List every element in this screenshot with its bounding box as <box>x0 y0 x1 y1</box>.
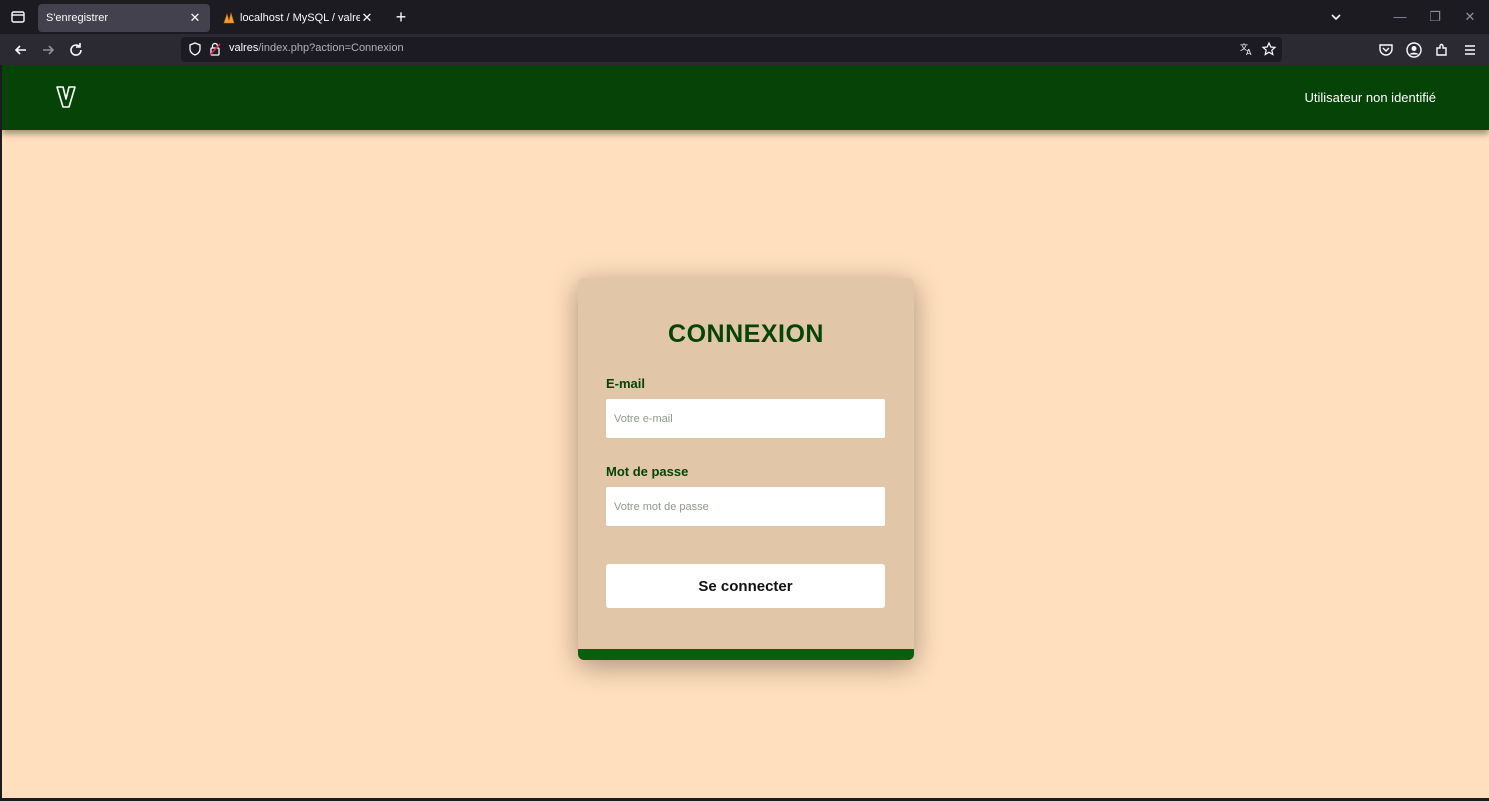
pocket-icon[interactable] <box>1376 40 1396 60</box>
new-tab-icon[interactable]: + <box>392 8 410 26</box>
bookmark-star-icon[interactable] <box>1261 41 1277 57</box>
url-host: valres <box>229 42 259 54</box>
user-status: Utilisateur non identifié <box>1304 90 1436 105</box>
url-path: /index.php?action=Connexion <box>258 42 404 54</box>
back-arrow-icon[interactable] <box>11 40 31 60</box>
close-icon[interactable]: ✕ <box>188 11 202 25</box>
tab-phpmyadmin[interactable]: localhost / MySQL / valres / uti ✕ <box>214 4 382 32</box>
phpmyadmin-favicon-icon <box>222 11 236 25</box>
password-input[interactable] <box>606 487 885 526</box>
translate-icon[interactable]: 文A <box>1239 41 1255 57</box>
email-input[interactable] <box>606 399 885 438</box>
tab-register[interactable]: S'enregistrer ✕ <box>38 4 210 32</box>
restore-icon[interactable]: ❐ <box>1420 6 1450 28</box>
menu-icon[interactable] <box>1460 40 1480 60</box>
shield-icon[interactable] <box>187 41 203 57</box>
close-window-icon[interactable]: ✕ <box>1455 6 1485 28</box>
tab-overview-icon[interactable] <box>8 8 28 26</box>
insecure-lock-icon[interactable] <box>207 41 223 57</box>
reload-icon[interactable] <box>66 40 86 60</box>
login-button[interactable]: Se connecter <box>606 564 885 608</box>
extensions-icon[interactable] <box>1432 40 1452 60</box>
browser-tab-bar: S'enregistrer ✕ localhost / MySQL / valr… <box>0 0 1489 34</box>
tab-label: S'enregistrer <box>46 12 109 24</box>
url-bar[interactable]: valres/index.php?action=Connexion 文A <box>181 37 1282 62</box>
tab-label: localhost / MySQL / valres / uti <box>240 12 360 24</box>
login-title: CONNEXION <box>668 320 824 348</box>
account-icon[interactable] <box>1404 40 1424 60</box>
close-icon[interactable]: ✕ <box>360 11 374 25</box>
password-label: Mot de passe <box>606 464 689 479</box>
browser-nav-bar: valres/index.php?action=Connexion 文A <box>0 34 1489 65</box>
url-text[interactable]: valres/index.php?action=Connexion <box>229 42 404 54</box>
tab-list-chevron-icon[interactable] <box>1321 6 1351 28</box>
svg-text:A: A <box>1246 48 1252 57</box>
site-header: Utilisateur non identifié <box>2 65 1489 130</box>
site-logo-icon[interactable] <box>56 85 76 109</box>
card-footer-bar <box>578 649 914 660</box>
minimize-icon[interactable]: — <box>1385 6 1415 28</box>
forward-arrow-icon[interactable] <box>38 40 58 60</box>
login-card: CONNEXION E-mail Mot de passe Se connect… <box>578 278 914 660</box>
page-viewport: Utilisateur non identifié CONNEXION E-ma… <box>2 65 1489 798</box>
email-label: E-mail <box>606 376 646 391</box>
